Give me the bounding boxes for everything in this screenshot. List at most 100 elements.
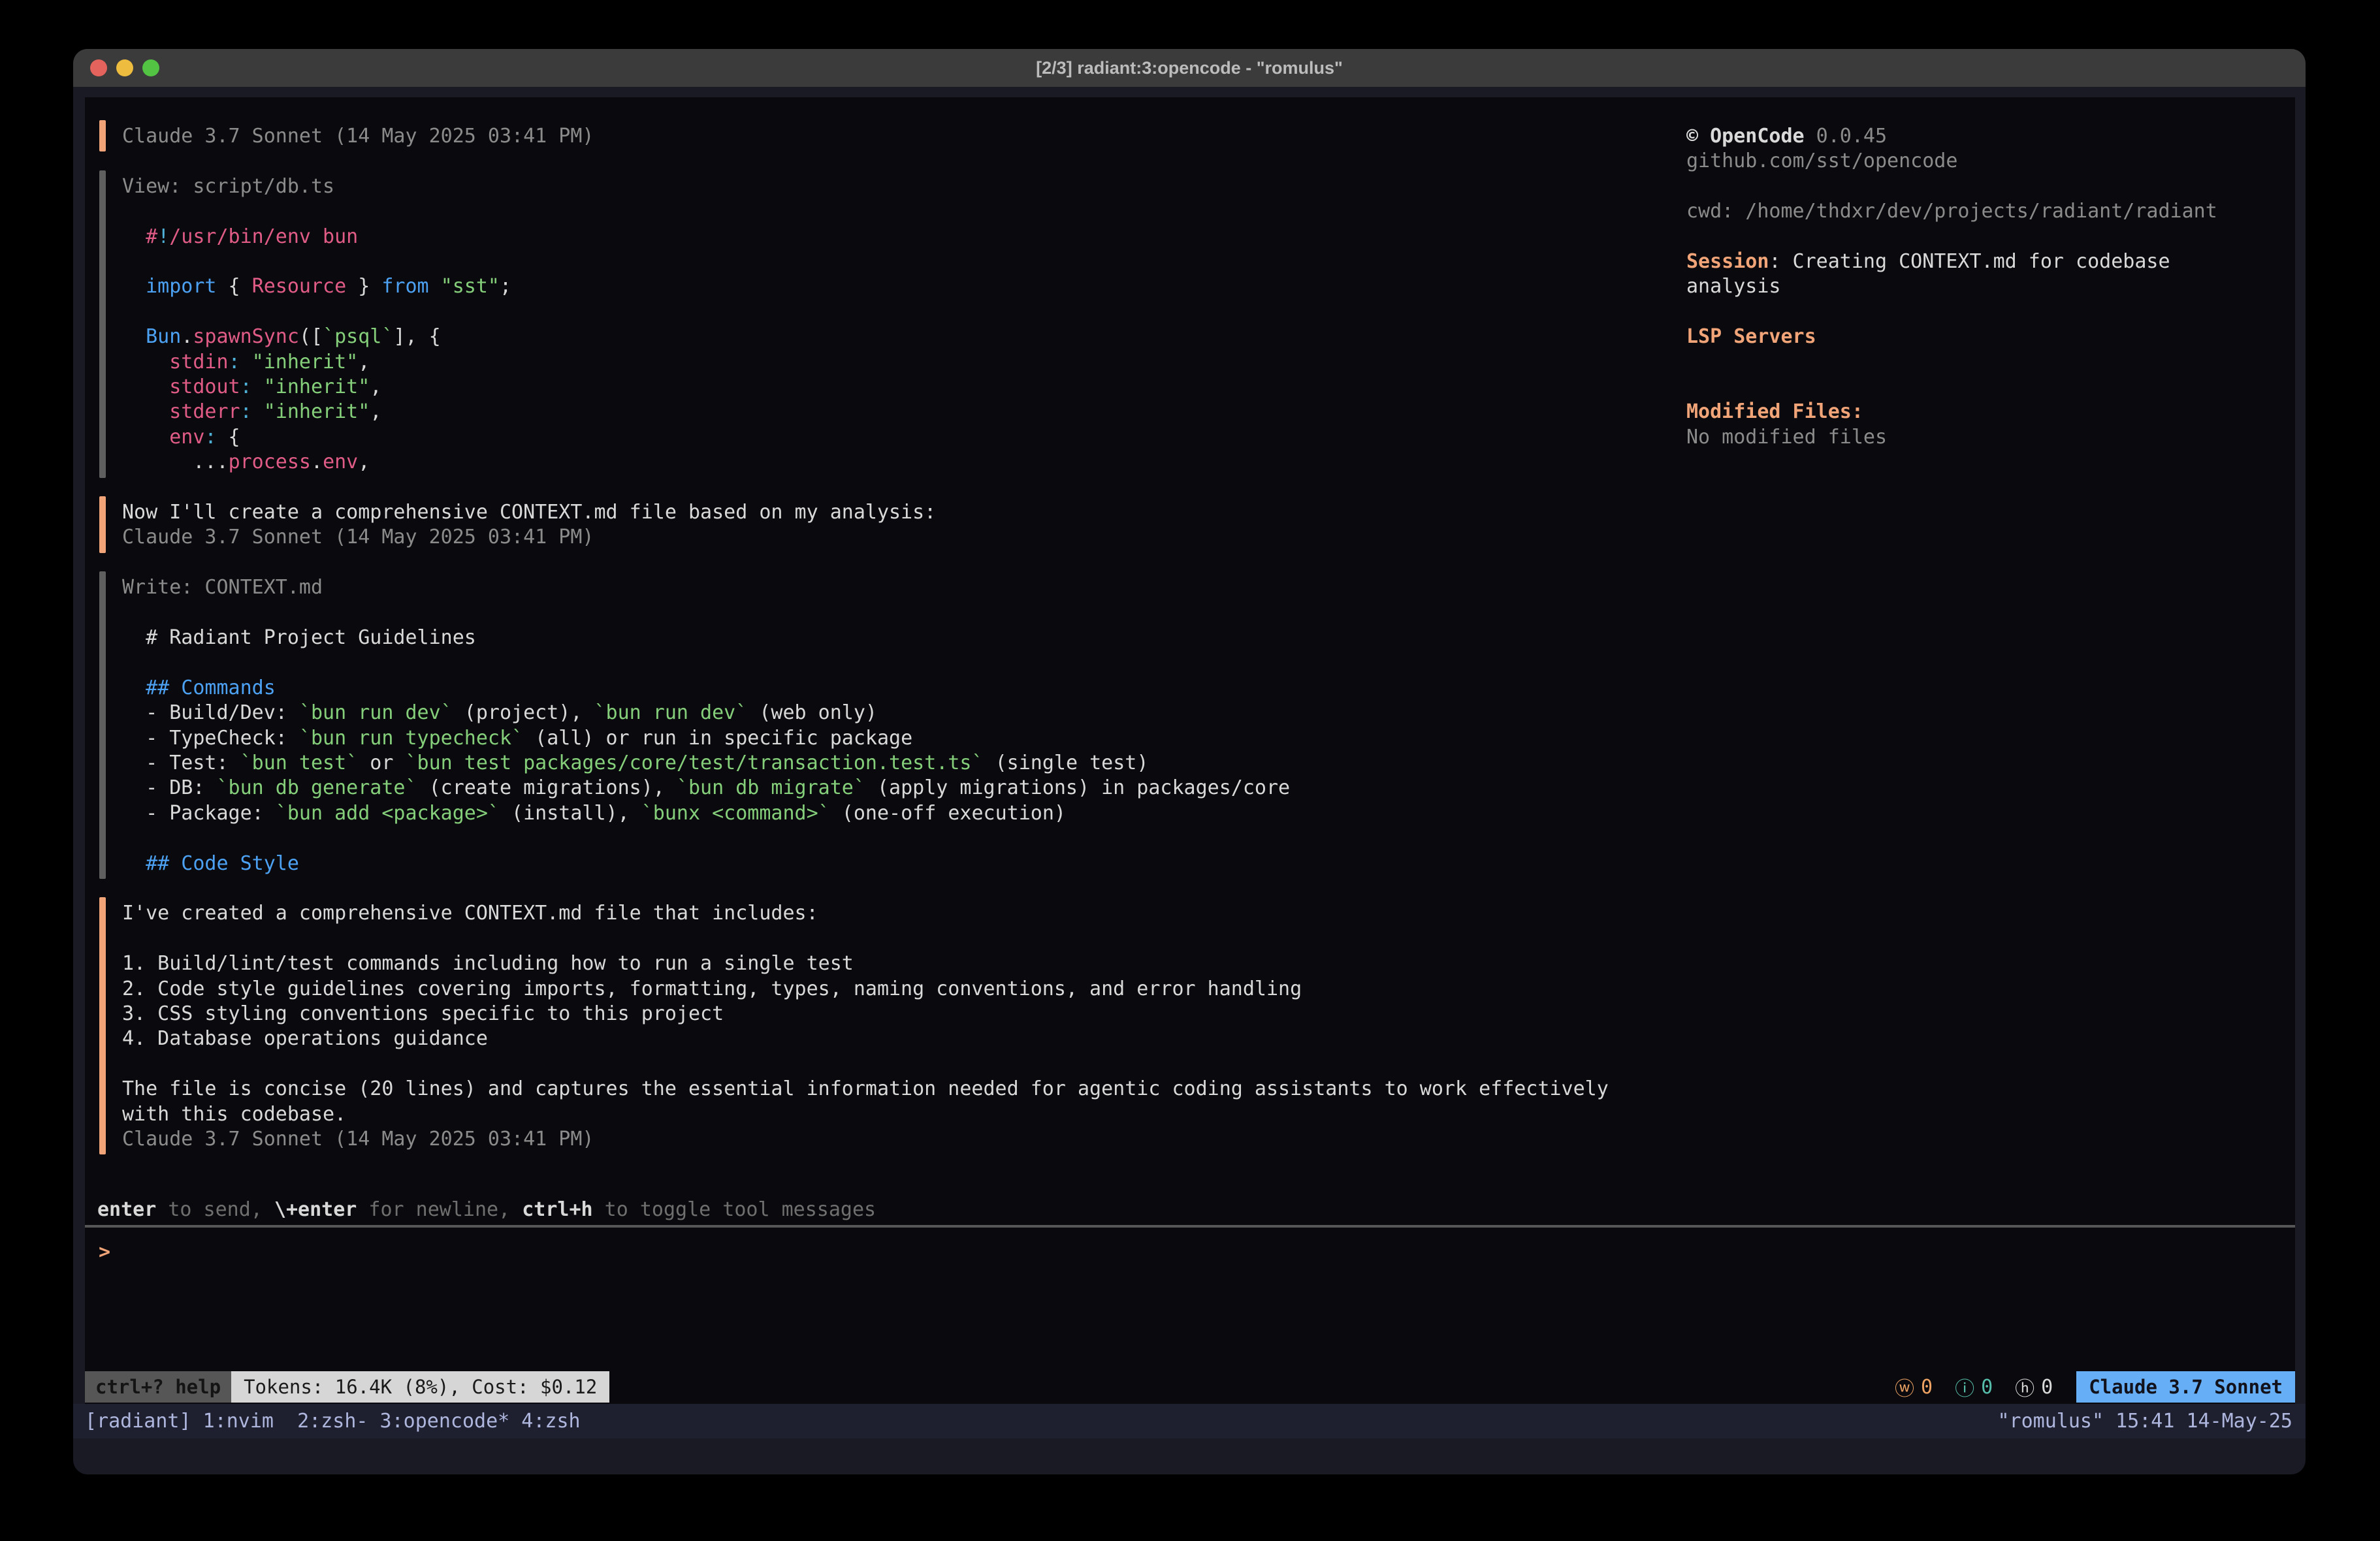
terminal-line: No modified files <box>1686 425 1887 451</box>
terminal-line: github.com/sst/opencode <box>1686 149 1957 174</box>
terminal-line: Modified Files: <box>1686 400 1863 425</box>
hint-text: to send, <box>156 1198 274 1221</box>
text-segment: (apply migrations) in packages/core <box>865 776 1290 799</box>
terminal-line: Bun.spawnSync([`psql`], { <box>122 325 441 350</box>
terminal-line: env: { <box>122 425 240 451</box>
hint-icon: ⓗ <box>2015 1373 2034 1401</box>
text-segment: `bun db migrate` <box>677 776 865 799</box>
text-segment: } <box>346 275 381 298</box>
terminal-line: 1. Build/lint/test commands including ho… <box>122 951 854 977</box>
text-segment: 1. Build/lint/test commands including ho… <box>122 952 854 975</box>
assistant-message-2-border <box>99 897 106 1154</box>
assistant-header-1-border <box>99 120 106 151</box>
terminal-line: stdout: "inherit", <box>122 375 381 400</box>
tmux-window-list[interactable]: [radiant] 1:nvim 2:zsh- 3:opencode* 4:zs… <box>85 1404 581 1438</box>
hint-key: ctrl+h <box>522 1198 592 1221</box>
text-segment: ... <box>122 451 229 473</box>
window-title: [2/3] radiant:3:opencode - "romulus" <box>73 49 2306 87</box>
terminal-line: Claude 3.7 Sonnet (14 May 2025 03:41 PM) <box>122 525 594 550</box>
model-badge: Claude 3.7 Sonnet <box>2076 1371 2295 1403</box>
text-segment: : <box>240 400 252 423</box>
text-segment: { <box>217 275 252 298</box>
terminal-line: cwd: /home/thdxr/dev/projects/radiant/ra… <box>1686 199 2217 225</box>
prompt-input[interactable]: > <box>99 1240 110 1265</box>
terminal-line: 4. Database operations guidance <box>122 1026 488 1052</box>
text-segment: - Build/Dev: <box>122 701 299 724</box>
text-segment <box>252 375 264 398</box>
tmux-status-bar: [radiant] 1:nvim 2:zsh- 3:opencode* 4:zs… <box>73 1404 2306 1438</box>
hint-text: to toggle tool messages <box>593 1198 876 1221</box>
text-segment: ], { <box>393 325 440 348</box>
terminal-line: stdin: "inherit", <box>122 350 370 375</box>
text-segment: - Package: <box>122 802 276 825</box>
tokens-cost-chip: Tokens: 16.4K (8%), Cost: $0.12 <box>231 1371 609 1403</box>
terminal-line: I've created a comprehensive CONTEXT.md … <box>122 901 818 927</box>
text-segment: (single test) <box>984 752 1149 774</box>
text-segment: analysis <box>1686 275 1781 298</box>
text-segment: , <box>370 375 381 398</box>
hint-count: ⓗ0 <box>2015 1373 2053 1401</box>
text-segment <box>429 275 441 298</box>
tool-write-context-md-border <box>99 571 106 879</box>
text-segment: - Test: <box>122 752 240 774</box>
text-segment: : <box>240 375 252 398</box>
terminal-line: Session: Creating CONTEXT.md for codebas… <box>1686 249 2170 275</box>
terminal-line: analysis <box>1686 274 1781 300</box>
text-segment: The file is concise (20 lines) and captu… <box>122 1077 1609 1100</box>
text-segment: Modified Files: <box>1686 400 1863 423</box>
warning-count: ⓦ0 <box>1895 1373 1933 1401</box>
text-segment: . <box>181 325 193 348</box>
text-segment <box>240 351 252 373</box>
hint-value: 0 <box>2041 1376 2053 1399</box>
terminal-line: Now I'll create a comprehensive CONTEXT.… <box>122 500 936 526</box>
text-segment: . <box>311 451 323 473</box>
text-segment: Claude 3.7 Sonnet (14 May 2025 03:41 PM) <box>122 1128 594 1151</box>
terminal-line: - Test: `bun test` or `bun test packages… <box>122 751 1148 776</box>
text-segment: (project), <box>453 701 594 724</box>
text-segment: "inherit" <box>264 375 370 398</box>
info-value: 0 <box>1981 1376 1993 1399</box>
hint-key: enter <box>97 1198 156 1221</box>
terminal-line: © OpenCode 0.0.45 <box>1686 124 1887 150</box>
text-segment: : <box>229 351 240 373</box>
text-segment: 0.0.45 <box>1805 125 1887 148</box>
hint-text: for newline, <box>357 1198 522 1221</box>
text-segment: "inherit" <box>264 400 370 423</box>
text-segment: © OpenCode <box>1686 125 1805 148</box>
text-segment: I've created a comprehensive CONTEXT.md … <box>122 902 818 925</box>
text-segment: stdout <box>122 375 240 398</box>
terminal-line: - TypeCheck: `bun run typecheck` (all) o… <box>122 726 912 752</box>
terminal-line: View: script/db.ts <box>122 174 334 200</box>
text-segment: spawnSync <box>193 325 299 348</box>
text-segment: `bun run dev` <box>594 701 748 724</box>
text-segment: 3. CSS styling conventions specific to t… <box>122 1002 724 1025</box>
terminal-line: ## Code Style <box>122 851 299 877</box>
text-segment: ; <box>500 275 511 298</box>
text-segment: with this codebase. <box>122 1103 346 1126</box>
text-segment: Session <box>1686 250 1769 273</box>
terminal-line: - Package: `bun add <package>` (install)… <box>122 801 1066 827</box>
terminal-line: ## Commands <box>122 676 276 701</box>
text-segment: `psql` <box>323 325 393 348</box>
text-segment: (web only) <box>747 701 877 724</box>
text-segment: `bun test packages/core/test/transaction… <box>406 752 984 774</box>
text-segment: # <box>122 225 157 248</box>
lsp-diagnostics: ⓦ0ⓘ0ⓗ0 <box>1873 1371 2053 1403</box>
opencode-tui[interactable]: Claude 3.7 Sonnet (14 May 2025 03:41 PM)… <box>85 97 2295 1404</box>
text-segment: Resource <box>252 275 347 298</box>
text-segment: stderr <box>122 400 240 423</box>
text-segment: (create migrations), <box>417 776 677 799</box>
tool-view-script-db-border <box>99 170 106 478</box>
text-segment: 2. Code style guidelines covering import… <box>122 977 1302 1000</box>
terminal-line: with this codebase. <box>122 1102 346 1128</box>
text-segment: , <box>370 400 381 423</box>
text-segment: - TypeCheck: <box>122 727 299 750</box>
keybinding-hints: enter to send, \+enter for newline, ctrl… <box>97 1198 876 1222</box>
text-segment: ! <box>157 225 169 248</box>
text-segment: cwd: /home/thdxr/dev/projects/radiant/ra… <box>1686 200 2217 223</box>
text-segment: or <box>358 752 405 774</box>
desktop: { "window": { "title": "[2/3] radiant:3:… <box>0 0 2380 1541</box>
text-segment: , <box>358 351 370 373</box>
text-segment: LSP Servers <box>1686 325 1816 348</box>
terminal-line: import { Resource } from "sst"; <box>122 274 511 300</box>
